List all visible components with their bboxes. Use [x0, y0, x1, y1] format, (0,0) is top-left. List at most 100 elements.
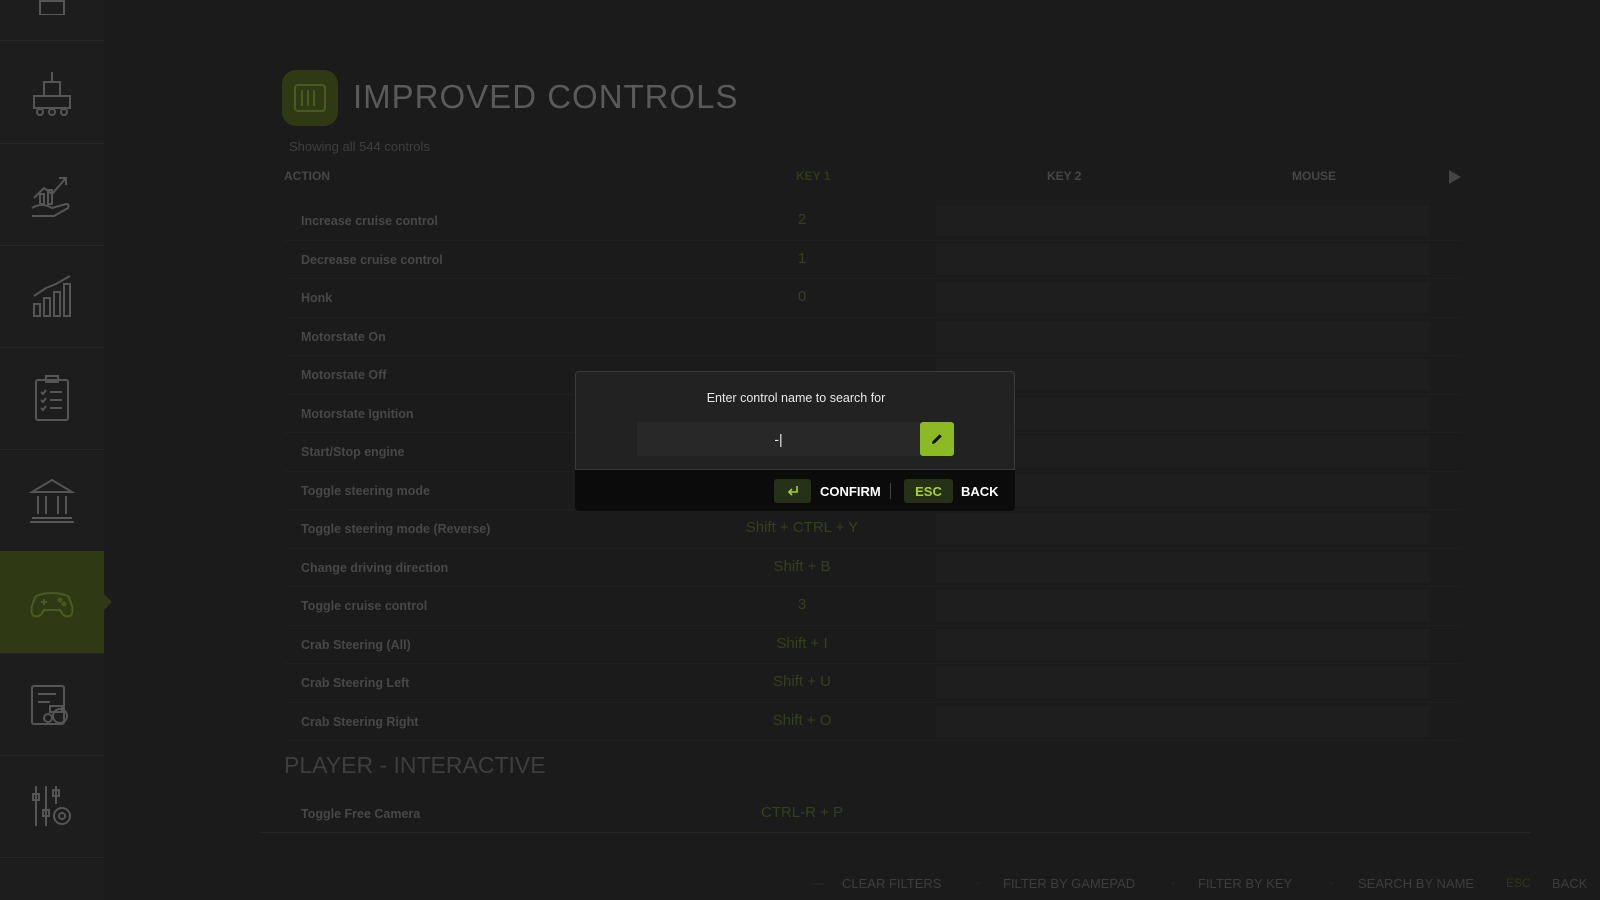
bank-icon	[28, 478, 76, 523]
divider	[260, 832, 1530, 833]
row-key1[interactable]: Shift + O	[624, 712, 980, 729]
column-header-key2[interactable]: KEY 2	[1047, 169, 1081, 183]
sidebar-item-finances[interactable]	[0, 143, 104, 246]
minus-key-icon: —	[812, 876, 824, 890]
edit-button[interactable]	[920, 422, 954, 456]
name-key-icon: ◦	[1329, 876, 1334, 890]
row-key2-cell[interactable]	[936, 243, 1430, 275]
clear-filters-button[interactable]: CLEAR FILTERS	[842, 876, 941, 891]
row-key2-cell[interactable]	[936, 705, 1430, 737]
pencil-icon	[932, 434, 942, 444]
finance-icon	[31, 177, 70, 217]
row-action: Motorstate Off	[301, 368, 387, 382]
factory-icon	[33, 72, 71, 116]
enter-key-icon	[787, 486, 798, 496]
sidebar-item-map[interactable]	[0, 0, 104, 41]
page-title: IMPROVED CONTROLS	[353, 78, 739, 115]
row-key2-cell[interactable]	[936, 590, 1430, 621]
row-key2-cell[interactable]	[936, 205, 1430, 236]
esc-key-icon: ESC	[1506, 876, 1531, 890]
row-action: Change driving direction	[301, 560, 449, 575]
table-row[interactable]: Honk 0	[284, 279, 1462, 318]
row-action: Decrease cruise control	[301, 252, 443, 267]
row-key2-cell[interactable]	[936, 551, 1430, 583]
row-key1[interactable]: 3	[624, 596, 980, 613]
enter-key-badge[interactable]	[774, 479, 811, 503]
gamepad-key-icon: ◦	[976, 876, 981, 890]
dialog-body: Enter control name to search for	[575, 371, 1015, 470]
row-action: Honk	[301, 291, 333, 305]
row-key1[interactable]: CTRL-R + P	[624, 804, 980, 821]
table-row[interactable]: Toggle steering mode (Reverse) Shift + CT…	[284, 510, 1462, 549]
map-icon	[39, 0, 65, 15]
row-action: Crab Steering Right	[301, 714, 419, 729]
row-action: Toggle steering mode (Reverse)	[301, 522, 491, 536]
row-action: Toggle steering mode	[301, 483, 430, 498]
row-action: Crab Steering Left	[301, 676, 410, 690]
filter-by-gamepad-button[interactable]: FILTER BY GAMEPAD	[1003, 876, 1135, 891]
sidebar-item-production[interactable]	[0, 41, 104, 144]
keyboard-logo-icon	[294, 84, 326, 112]
table-row[interactable]: Decrease cruise control 1	[284, 241, 1462, 279]
row-key1[interactable]: 1	[624, 250, 980, 267]
table-row[interactable]: Toggle cruise control 3	[284, 587, 1462, 626]
search-dialog: Enter control name to search for CONFIRM…	[575, 371, 1015, 511]
row-key2-cell[interactable]	[936, 282, 1430, 313]
row-key2-cell[interactable]	[936, 628, 1430, 660]
row-key1[interactable]: Shift + I	[624, 635, 980, 652]
row-action: Increase cruise control	[301, 214, 438, 228]
key-icon: ◦	[1171, 876, 1176, 890]
filter-by-key-button[interactable]: FILTER BY KEY	[1198, 876, 1292, 891]
gamepad-icon	[30, 592, 74, 618]
sidebar	[0, 0, 112, 900]
settings-icon	[32, 786, 71, 826]
table-row[interactable]: Crab Steering (All) Shift + I	[284, 626, 1462, 664]
vehicle-list-icon	[31, 685, 68, 725]
app-logo	[282, 70, 338, 126]
row-key2-cell[interactable]	[936, 320, 1430, 352]
footer-bar: — CLEAR FILTERS ◦ FILTER BY GAMEPAD ◦ FI…	[0, 872, 1600, 894]
row-key2-cell[interactable]	[936, 513, 1430, 544]
row-action: Toggle Free Camera	[301, 807, 421, 821]
dialog-actions: CONFIRM ESC BACK	[575, 470, 1015, 511]
row-key1[interactable]: Shift + B	[624, 558, 980, 575]
footer-back-button[interactable]: BACK	[1552, 876, 1587, 891]
row-key2-cell[interactable]	[936, 667, 1430, 698]
statistics-icon	[33, 275, 71, 317]
column-header-mouse[interactable]: MOUSE	[1292, 169, 1336, 183]
search-input[interactable]	[637, 422, 920, 456]
checklist-icon	[35, 375, 69, 421]
play-icon[interactable]	[1449, 170, 1461, 184]
table-row[interactable]: Crab Steering Right Shift + O	[284, 703, 1462, 741]
row-key1[interactable]: 2	[624, 211, 980, 228]
table-row[interactable]: Toggle Free Camera CTRL-R + P	[284, 803, 1462, 833]
sidebar-item-controls[interactable]	[0, 551, 112, 654]
row-action: Start/Stop engine	[301, 445, 405, 459]
sidebar-item-contracts[interactable]	[0, 347, 104, 450]
row-action: Toggle cruise control	[301, 599, 428, 613]
table-row[interactable]: Crab Steering Left Shift + U	[284, 664, 1462, 703]
confirm-button[interactable]: CONFIRM	[820, 484, 881, 499]
dialog-prompt: Enter control name to search for	[706, 391, 886, 405]
column-header-action[interactable]: ACTION	[284, 169, 330, 183]
esc-key-badge[interactable]: ESC	[904, 479, 953, 503]
table-row[interactable]: Motorstate On	[284, 318, 1462, 356]
row-action: Crab Steering (All)	[301, 637, 411, 652]
row-key1[interactable]: Shift + U	[624, 673, 980, 690]
table-row[interactable]: Change driving direction Shift + B	[284, 549, 1462, 587]
sidebar-item-bank[interactable]	[0, 449, 104, 552]
row-action: Motorstate On	[301, 329, 386, 344]
controls-count: Showing all 544 controls	[289, 139, 430, 154]
table-row[interactable]: Increase cruise control 2	[284, 202, 1462, 241]
section-title: PLAYER - INTERACTIVE	[284, 752, 546, 778]
search-by-name-button[interactable]: SEARCH BY NAME	[1358, 876, 1474, 891]
column-header-key1[interactable]: KEY 1	[796, 169, 830, 183]
sidebar-item-settings[interactable]	[0, 755, 104, 858]
row-key1[interactable]: 0	[624, 288, 980, 305]
back-button[interactable]: BACK	[961, 484, 999, 499]
sidebar-item-statistics[interactable]	[0, 245, 104, 348]
row-action: Motorstate Ignition	[301, 406, 414, 421]
row-key1[interactable]: Shift + CTRL + Y	[624, 519, 980, 536]
sidebar-item-vehicles[interactable]	[0, 653, 104, 756]
separator	[890, 483, 891, 499]
